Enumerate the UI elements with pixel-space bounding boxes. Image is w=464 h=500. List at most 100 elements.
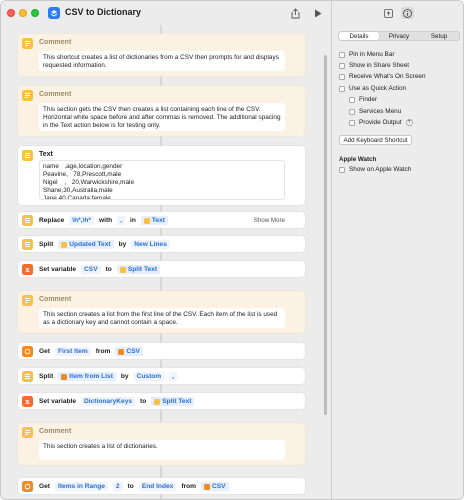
replace-action[interactable]: Replace \h*,\h* with , in Text Show More bbox=[18, 212, 305, 228]
comment-text[interactable]: This section gets the CSV then creates a… bbox=[39, 103, 285, 131]
variable-value-token[interactable]: Split Text bbox=[151, 397, 195, 406]
text-action-title: Text bbox=[39, 151, 53, 158]
title-bar: CSV to Dictionary bbox=[1, 1, 331, 25]
comment-text[interactable]: This section creates a list of dictionar… bbox=[39, 440, 285, 460]
range-end-token[interactable]: End Index bbox=[138, 482, 177, 491]
variable-icon: x bbox=[22, 263, 33, 275]
get-item-token[interactable]: First Item bbox=[55, 347, 91, 356]
comment-icon bbox=[22, 427, 33, 438]
get-source-token[interactable]: CSV bbox=[200, 482, 229, 491]
info-toggle-button[interactable] bbox=[401, 7, 414, 19]
variable-name-token[interactable]: DictionaryKeys bbox=[81, 397, 136, 406]
option-share-sheet[interactable]: Show in Share Sheet bbox=[339, 62, 409, 69]
option-services-menu[interactable]: Services Menu bbox=[349, 108, 401, 115]
apple-watch-heading: Apple Watch bbox=[339, 156, 377, 163]
list-icon bbox=[22, 345, 33, 357]
get-items-range-action[interactable]: Get Items in Range 2 to End Index from C… bbox=[18, 478, 305, 494]
editor-scrollbar[interactable] bbox=[324, 55, 327, 415]
apple-watch-checkbox[interactable] bbox=[339, 166, 345, 173]
comment-icon bbox=[22, 38, 33, 49]
info-icon bbox=[403, 8, 412, 18]
replace-pattern-token[interactable]: \h*,\h* bbox=[69, 216, 94, 225]
variable-icon: x bbox=[22, 395, 33, 407]
help-icon[interactable]: ? bbox=[405, 119, 413, 126]
comment-icon bbox=[22, 90, 33, 101]
get-verb: Get bbox=[39, 483, 50, 490]
split-icon bbox=[22, 370, 33, 382]
comment-title: Comment bbox=[39, 39, 72, 46]
add-keyboard-shortcut-button[interactable]: Add Keyboard Shortcut bbox=[339, 135, 412, 145]
comment-action-2[interactable]: Comment This section gets the CSV then c… bbox=[18, 86, 305, 136]
tab-privacy[interactable]: Privacy bbox=[379, 32, 419, 40]
variable-value-token[interactable]: Split Text bbox=[116, 265, 161, 274]
action-editor[interactable]: Comment This shortcut creates a list of … bbox=[1, 25, 331, 499]
set-variable-action-1[interactable]: x Set variable CSV to Split Text bbox=[18, 261, 305, 277]
comment-action-4[interactable]: Comment This section creates a list of d… bbox=[18, 423, 305, 465]
split-input-token[interactable]: Updated Text bbox=[58, 240, 114, 249]
show-more-button[interactable]: Show More bbox=[254, 217, 285, 224]
minimize-window-button[interactable] bbox=[19, 9, 27, 17]
finder-checkbox[interactable] bbox=[349, 96, 355, 103]
comment-icon bbox=[22, 295, 33, 306]
comment-action-3[interactable]: Comment This section creates a list from… bbox=[18, 291, 305, 333]
panel-tabs: Details Privacy Setup bbox=[338, 31, 460, 41]
option-quick-action[interactable]: Use as Quick Action bbox=[339, 85, 406, 92]
range-start-token[interactable]: 2 bbox=[112, 482, 123, 491]
library-toggle-button[interactable] bbox=[382, 7, 395, 19]
replace-with-token[interactable]: , bbox=[117, 216, 126, 225]
replace-verb: Replace bbox=[39, 217, 65, 224]
split-text-action-1[interactable]: Split Updated Text by New Lines bbox=[18, 236, 305, 252]
split-input-token[interactable]: Item from List bbox=[58, 372, 116, 381]
list-icon bbox=[22, 480, 33, 492]
get-from-label: from bbox=[181, 483, 196, 490]
split-by-label: by bbox=[120, 373, 129, 380]
details-panel: Details Privacy Setup Pin in Menu Bar Sh… bbox=[331, 1, 463, 499]
comment-text[interactable]: This shortcut creates a list of dictiona… bbox=[39, 51, 285, 71]
split-custom-token[interactable]: , bbox=[169, 372, 177, 381]
play-icon bbox=[315, 9, 322, 17]
range-to-label: to bbox=[127, 483, 134, 490]
tab-setup[interactable]: Setup bbox=[419, 32, 459, 40]
receive-checkbox[interactable] bbox=[339, 73, 345, 80]
share-checkbox[interactable] bbox=[339, 62, 345, 69]
option-receive-screen[interactable]: Receive What's On Screen bbox=[339, 73, 426, 80]
text-action[interactable]: Text name ,age,location,gender Peavine, … bbox=[18, 146, 305, 205]
set-variable-verb: Set variable bbox=[39, 266, 77, 273]
option-provide-output[interactable]: Provide Output? bbox=[349, 119, 413, 126]
split-text-action-2[interactable]: Split Item from List by Custom , bbox=[18, 368, 305, 384]
replace-icon bbox=[22, 214, 33, 226]
close-window-button[interactable] bbox=[7, 9, 15, 17]
option-apple-watch[interactable]: Show on Apple Watch bbox=[339, 166, 411, 173]
set-variable-to-label: to bbox=[105, 266, 112, 273]
variable-name-token[interactable]: CSV bbox=[81, 265, 101, 274]
get-source-token[interactable]: CSV bbox=[115, 347, 143, 356]
zoom-window-button[interactable] bbox=[31, 9, 39, 17]
pin-checkbox[interactable] bbox=[339, 51, 345, 58]
tab-details[interactable]: Details bbox=[339, 32, 379, 40]
replace-input-token[interactable]: Text bbox=[140, 216, 168, 225]
get-item-action-1[interactable]: Get First Item from CSV bbox=[18, 343, 305, 359]
services-checkbox[interactable] bbox=[349, 108, 355, 115]
split-by-label: by bbox=[118, 241, 127, 248]
split-verb: Split bbox=[39, 241, 54, 248]
comment-action-1[interactable]: Comment This shortcut creates a list of … bbox=[18, 34, 305, 76]
run-button[interactable] bbox=[311, 6, 325, 20]
window-title: CSV to Dictionary bbox=[65, 7, 142, 17]
split-separator-token[interactable]: Custom bbox=[133, 372, 165, 381]
text-content-field[interactable]: name ,age,location,gender Peavine, 78,Pr… bbox=[39, 160, 285, 200]
shortcuts-app-icon bbox=[48, 7, 60, 19]
option-pin-menu-bar[interactable]: Pin in Menu Bar bbox=[339, 51, 394, 58]
split-separator-token[interactable]: New Lines bbox=[131, 240, 170, 249]
quick-action-checkbox[interactable] bbox=[339, 85, 345, 92]
set-variable-action-2[interactable]: x Set variable DictionaryKeys to Split T… bbox=[18, 393, 305, 409]
comment-title: Comment bbox=[39, 296, 72, 303]
get-from-label: from bbox=[95, 348, 111, 355]
get-verb: Get bbox=[39, 348, 50, 355]
get-item-token[interactable]: Items in Range bbox=[55, 482, 108, 491]
provide-output-checkbox[interactable] bbox=[349, 119, 355, 126]
option-finder[interactable]: Finder bbox=[349, 96, 377, 103]
comment-text[interactable]: This section creates a list from the fir… bbox=[39, 308, 285, 328]
share-button[interactable] bbox=[288, 6, 302, 20]
replace-with-label: with bbox=[98, 217, 113, 224]
set-variable-to-label: to bbox=[140, 398, 147, 405]
